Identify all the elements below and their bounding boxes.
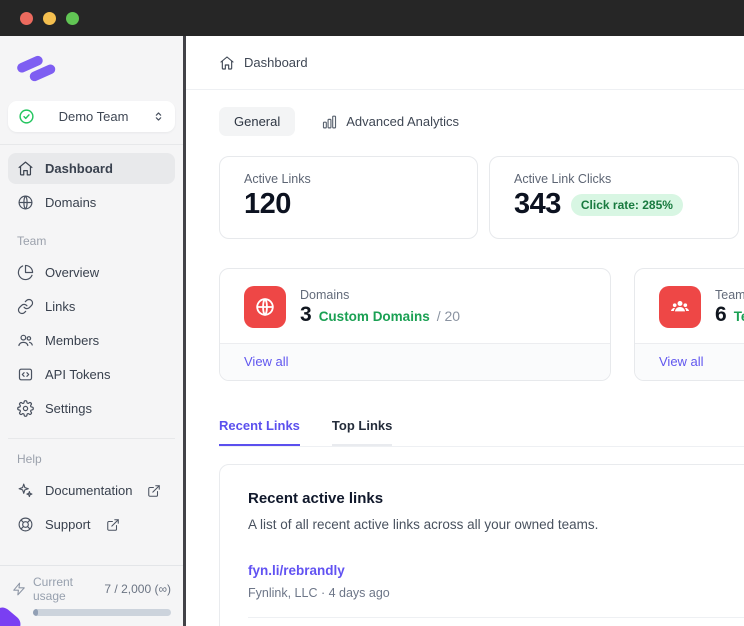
resource-count: 6 [715,302,727,326]
users-group-icon [670,301,690,312]
external-link-icon [148,484,161,497]
external-link-icon [106,518,119,531]
gear-icon [17,400,34,417]
sidebar-item-members[interactable]: Members [8,325,175,356]
team-selector-label: Demo Team [58,109,129,124]
minimize-button[interactable] [43,11,56,25]
sidebar-item-label: Dashboard [45,161,113,176]
stat-label: Active Links [244,172,311,186]
resource-label: Domains [300,287,350,302]
sidebar-item-domains[interactable]: Domains [8,187,175,218]
sidebar-item-label: Documentation [45,483,133,498]
sidebar-section-help: Help [17,452,42,466]
tab-recent-links[interactable]: Recent Links [219,418,300,446]
usage-value: 7 / 2,000 (∞) [104,582,171,596]
domains-card-icon [244,286,286,328]
tab-advanced-analytics[interactable]: Advanced Analytics [321,113,459,130]
sidebar-item-label: Support [45,517,91,532]
sidebar-item-settings[interactable]: Settings [8,393,175,424]
bar-chart-icon [323,115,337,129]
stat-value: 343 [514,188,561,220]
resource-count: 3 [300,302,312,326]
sidebar-item-label: Domains [45,195,97,210]
stats-row: Active Links 120 Active Link Clicks 343 … [219,156,744,239]
pie-chart-icon [17,264,34,281]
sidebar-item-api-tokens[interactable]: API Tokens [8,359,175,390]
recent-links-list: fyn.li/rebrandly Fynlink, LLC · 4 days a… [248,563,744,626]
stat-card-active-links: Active Links 120 [219,156,478,239]
main-content: Dashboard General Advanced Analytics Act… [186,36,744,626]
sidebar-section-team: Team [17,234,47,248]
tab-advanced-analytics-label: Advanced Analytics [346,114,459,129]
link-url[interactable]: fyn.li/rebrandly [248,563,744,578]
stat-value: 120 [244,188,291,220]
zoom-button[interactable] [66,11,79,25]
sidebar-item-links[interactable]: Links [8,291,175,322]
team-selector[interactable]: Demo Team [8,101,175,132]
code-square-icon [18,368,33,381]
sidebar-item-label: Overview [45,265,100,280]
custom-domains-link[interactable]: Custom Domains [319,309,430,324]
check-circle-icon [19,109,34,124]
teams-link[interactable]: Teams [734,309,744,324]
usage-progress-bar [33,609,171,616]
sparkles-icon [18,483,33,498]
globe-icon [256,298,274,316]
bolt-icon [13,582,25,596]
sidebar-nav: Dashboard Domains Team Overview Links Me… [0,145,183,543]
teams-card-icon [659,286,701,328]
resource-limit: / 20 [436,307,461,324]
brand-logo-icon [17,55,56,82]
list-item: fyn.li/rebrandly Fynlink, LLC · 4 days a… [248,563,744,600]
lifebuoy-icon [18,517,33,532]
home-icon [18,161,33,176]
tab-top-links[interactable]: Top Links [331,418,393,446]
view-tabs: General Advanced Analytics [219,107,744,136]
home-icon [220,55,234,70]
users-icon [18,334,33,347]
recent-links-title: Recent active links [248,490,384,507]
app-window: Demo Team Dashboard Domains Team Overvie… [0,0,744,626]
usage-label: Current usage [33,575,74,603]
stat-card-active-link-clicks: Active Link Clicks 343 Click rate: 285% [489,156,739,239]
recent-links-subtitle: A list of all recent active links across… [248,517,599,532]
link-icon [17,298,34,315]
breadcrumb-label: Dashboard [244,55,308,70]
view-all-domains-link[interactable]: View all [244,354,289,369]
link-meta: Fynlink, LLC · 4 days ago [248,586,390,600]
usage-meter: Current usage 7 / 2,000 (∞) [0,565,183,626]
tab-general[interactable]: General [219,107,296,136]
list-divider [248,617,744,618]
click-rate-badge: Click rate: 285% [570,193,683,216]
sidebar-item-label: API Tokens [45,367,111,382]
recent-active-links-card: Recent active links A list of all recent… [219,464,744,626]
sidebar-item-dashboard[interactable]: Dashboard [8,153,175,184]
resource-cards-row: Domains 3 Custom Domains / 20 View all T… [219,268,744,381]
domains-card: Domains 3 Custom Domains / 20 View all [219,268,611,381]
sidebar-item-overview[interactable]: Overview [8,257,175,288]
unfold-chevrons-icon [155,112,162,121]
usage-progress-fill [33,609,38,616]
sidebar-item-documentation[interactable]: Documentation [8,475,175,506]
breadcrumb: Dashboard [186,36,744,90]
window-titlebar [0,0,744,36]
sidebar-item-label: Links [45,299,76,314]
sidebar-item-support[interactable]: Support [8,509,175,540]
view-all-teams-link[interactable]: View all [659,354,704,369]
sidebar: Demo Team Dashboard Domains Team Overvie… [0,36,183,626]
globe-icon [18,195,33,210]
close-button[interactable] [20,11,33,25]
app-logo[interactable] [0,36,183,99]
sidebar-item-label: Members [45,333,100,348]
stat-label: Active Link Clicks [514,172,612,186]
links-tabs: Recent Links Top Links [219,418,744,447]
teams-card: Teams 6 Teams / View all [634,268,744,381]
sidebar-item-label: Settings [45,401,92,416]
resource-label: Teams [715,287,744,302]
